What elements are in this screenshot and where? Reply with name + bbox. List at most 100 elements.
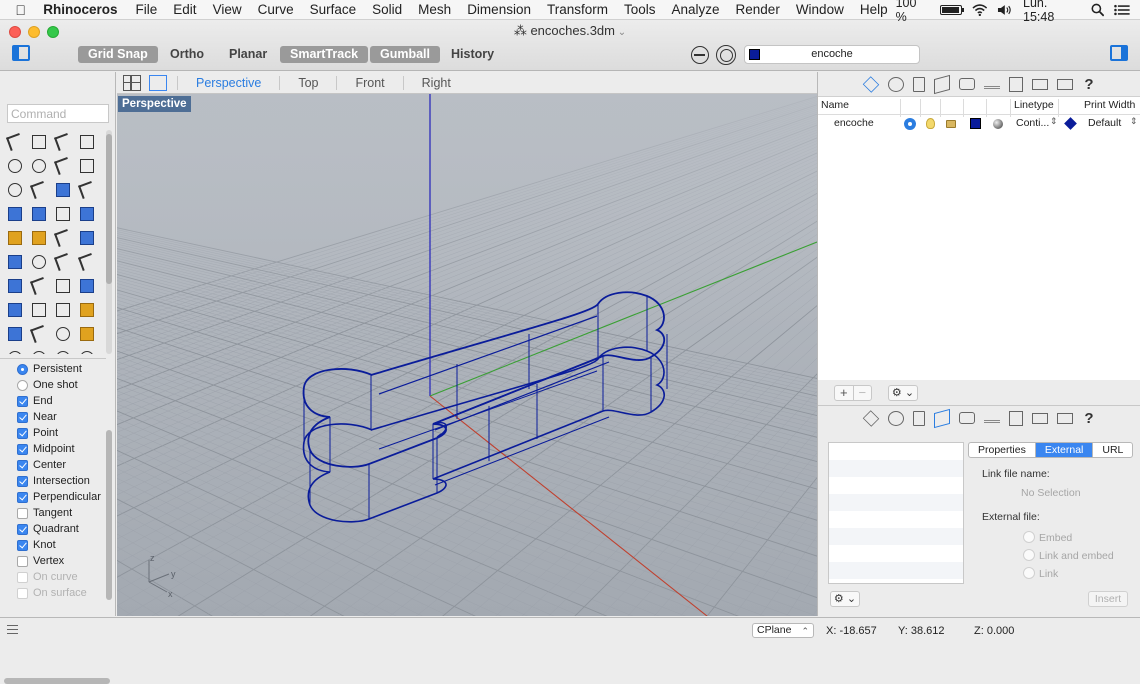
display-icon[interactable] <box>1009 76 1023 92</box>
menu-render[interactable]: Render <box>728 2 788 17</box>
checkbox[interactable] <box>17 395 28 407</box>
battery-icon[interactable] <box>940 4 964 15</box>
insert-button[interactable]: Insert <box>1088 591 1128 607</box>
menu-analyze[interactable]: Analyze <box>664 2 728 17</box>
cplane-select[interactable]: CPlane <box>752 623 814 638</box>
cplane-icon[interactable] <box>691 46 709 64</box>
layer-linetype[interactable]: Conti... <box>1016 117 1049 129</box>
link-radio[interactable] <box>1023 567 1035 579</box>
tool-button-icon[interactable] <box>51 346 75 354</box>
apple-icon[interactable]:  <box>0 2 41 18</box>
menu-window[interactable]: Window <box>788 2 852 17</box>
tool-button-icon[interactable] <box>75 346 99 354</box>
checkbox[interactable] <box>17 539 28 551</box>
object-properties-icon[interactable] <box>934 408 950 428</box>
checkbox[interactable] <box>17 459 28 471</box>
osnap-one-shot[interactable]: One shot <box>17 377 78 393</box>
perspective-viewport[interactable]: z yx <box>117 94 817 616</box>
menu-curve[interactable]: Curve <box>250 2 302 17</box>
properties-list[interactable] <box>828 442 964 584</box>
smarttrack-toggle[interactable]: SmartTrack <box>280 46 369 63</box>
materials-icon[interactable] <box>888 410 904 426</box>
tool-button-icon[interactable] <box>27 346 51 354</box>
layer-name[interactable]: encoche <box>834 117 874 129</box>
menu-view[interactable]: View <box>205 2 250 17</box>
checkbox[interactable] <box>17 587 28 599</box>
tool-button-icon[interactable] <box>27 154 51 178</box>
help-icon[interactable]: ? <box>1082 77 1096 92</box>
menu-file[interactable]: File <box>128 2 166 17</box>
menu-dimension[interactable]: Dimension <box>459 2 539 17</box>
tool-button-icon[interactable] <box>51 298 75 322</box>
layer-material-icon[interactable] <box>993 119 1003 129</box>
materials-icon[interactable] <box>888 76 904 92</box>
tool-button-icon[interactable] <box>3 226 27 250</box>
layer-lock-icon[interactable] <box>946 120 956 128</box>
osnap-point[interactable]: Point <box>17 425 58 441</box>
grid-snap-toggle[interactable]: Grid Snap <box>78 46 158 63</box>
osnap-end[interactable]: End <box>17 393 53 409</box>
osnap-near[interactable]: Near <box>17 409 57 425</box>
osnap-quadrant[interactable]: Quadrant <box>17 521 79 537</box>
tool-button-icon[interactable] <box>27 274 51 298</box>
tool-button-icon[interactable] <box>51 250 75 274</box>
layer-print-width[interactable]: Default <box>1088 117 1121 129</box>
tool-button-icon[interactable] <box>75 178 99 202</box>
tab-external[interactable]: External <box>1034 443 1093 457</box>
tool-button-icon[interactable] <box>51 202 75 226</box>
menu-edit[interactable]: Edit <box>165 2 204 17</box>
viewport-canvas[interactable]: z yx <box>117 94 817 616</box>
tab-right[interactable]: Right <box>402 75 469 90</box>
tool-button-icon[interactable] <box>3 202 27 226</box>
tab-url[interactable]: URL <box>1092 443 1132 457</box>
properties-gear-menu-button[interactable]: ⚙ ⌄ <box>830 591 860 607</box>
screen-icon[interactable] <box>1032 78 1048 90</box>
tool-button-icon[interactable] <box>27 130 51 154</box>
osnap-scrollbar[interactable] <box>106 430 112 600</box>
current-layer-icon[interactable] <box>904 118 916 130</box>
tool-button-icon[interactable] <box>51 274 75 298</box>
tool-button-icon[interactable] <box>27 250 51 274</box>
monitor-icon[interactable] <box>1057 78 1073 90</box>
document-properties-icon[interactable] <box>913 410 925 426</box>
checkbox[interactable] <box>17 523 28 535</box>
planar-toggle[interactable]: Planar <box>219 46 277 63</box>
tool-button-icon[interactable] <box>51 130 75 154</box>
osnap-persistent[interactable]: Persistent <box>17 361 82 377</box>
tab-front[interactable]: Front <box>336 75 402 90</box>
tool-button-icon[interactable] <box>3 178 27 202</box>
osnap-vertex[interactable]: Vertex <box>17 553 64 569</box>
tool-button-icon[interactable] <box>75 154 99 178</box>
column-name[interactable]: Name <box>821 99 849 111</box>
menu-mesh[interactable]: Mesh <box>410 2 459 17</box>
toggle-left-panel-icon[interactable] <box>12 45 30 61</box>
display-icon[interactable] <box>1009 410 1023 426</box>
checkbox[interactable] <box>17 427 28 439</box>
osnap-midpoint[interactable]: Midpoint <box>17 441 75 457</box>
checkbox[interactable] <box>17 507 28 519</box>
tool-button-icon[interactable] <box>75 322 99 346</box>
help-icon[interactable]: ? <box>1082 411 1096 426</box>
app-menu[interactable]: Rhinoceros <box>41 2 127 17</box>
command-input[interactable] <box>7 104 109 123</box>
tool-button-icon[interactable] <box>75 202 99 226</box>
menu-tools[interactable]: Tools <box>616 2 664 17</box>
wifi-icon[interactable] <box>972 3 988 16</box>
embed-radio[interactable] <box>1023 531 1035 543</box>
tool-button-icon[interactable] <box>3 250 27 274</box>
tab-properties[interactable]: Properties <box>969 443 1035 457</box>
osnap-perpendicular[interactable]: Perpendicular <box>17 489 101 505</box>
layers-icon[interactable] <box>862 75 880 93</box>
tab-perspective[interactable]: Perspective <box>177 75 279 90</box>
column-print-width[interactable]: Print Width <box>1084 99 1135 111</box>
tab-top[interactable]: Top <box>279 75 336 90</box>
camera-icon[interactable] <box>959 412 975 424</box>
current-layer-selector[interactable]: encoche <box>744 45 920 64</box>
remove-layer-button[interactable]: − <box>852 386 872 400</box>
tool-button-icon[interactable] <box>3 346 27 354</box>
screen-icon[interactable] <box>1032 412 1048 424</box>
link-and-embed-radio[interactable] <box>1023 549 1035 561</box>
tool-button-icon[interactable] <box>51 322 75 346</box>
print-width-stepper-icon[interactable]: ⇕ <box>1130 116 1138 127</box>
menu-surface[interactable]: Surface <box>302 2 365 17</box>
